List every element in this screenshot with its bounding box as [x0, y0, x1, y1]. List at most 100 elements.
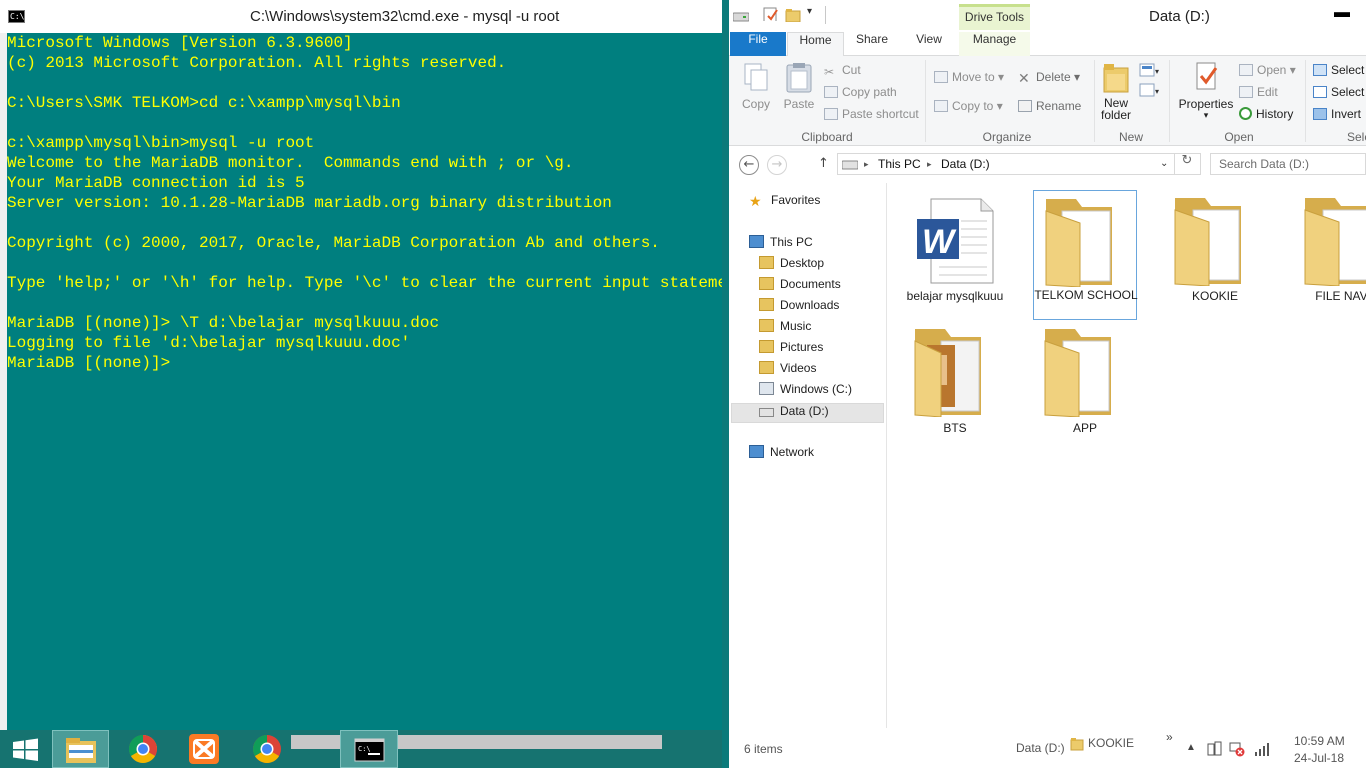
- cmd-titlebar[interactable]: C:\. C:\Windows\system32\cmd.exe - mysql…: [0, 0, 722, 33]
- paste-shortcut-button[interactable]: Paste shortcut: [824, 107, 919, 121]
- nav-favorites[interactable]: ★ Favorites: [749, 193, 820, 213]
- drive-icon[interactable]: [733, 9, 749, 23]
- cmd-app-icon[interactable]: C:\.: [8, 10, 29, 23]
- nav-label: Network: [770, 445, 815, 459]
- file-item-file-nava[interactable]: FILE NAVA: [1293, 191, 1366, 321]
- invert-selection-button[interactable]: Invert: [1313, 107, 1361, 121]
- paste-button[interactable]: Paste: [781, 62, 817, 111]
- copy-path-button[interactable]: Copy path: [824, 85, 897, 99]
- nav-this-pc[interactable]: This PC: [749, 235, 813, 255]
- new-folder-icon: [1103, 64, 1129, 93]
- refresh-button[interactable]: ↻: [1174, 153, 1199, 175]
- svg-text:▾: ▾: [1155, 67, 1159, 76]
- taskbar-chrome[interactable]: [114, 730, 171, 768]
- history-label: History: [1256, 107, 1294, 121]
- tab-view[interactable]: View: [901, 32, 957, 56]
- nav-videos[interactable]: Videos: [759, 361, 816, 381]
- nav-music[interactable]: Music: [759, 319, 811, 339]
- svg-text:W: W: [922, 223, 957, 261]
- breadcrumb-data-d[interactable]: Data (D:): [941, 154, 990, 174]
- nav-windows-c[interactable]: Windows (C:): [759, 382, 852, 402]
- network-disconnected-icon[interactable]: [1229, 741, 1245, 757]
- file-item-belajar-mysqlkuuu[interactable]: W belajar mysqlkuuu: [903, 191, 1007, 321]
- nav-documents[interactable]: Documents: [759, 277, 841, 297]
- new-item-icons[interactable]: ▾ ▾: [1139, 62, 1161, 102]
- taskbar-chrome-2[interactable]: [238, 730, 295, 768]
- move-to-button[interactable]: Move to ▾: [934, 70, 1004, 84]
- nav-data-d[interactable]: Data (D:): [731, 403, 884, 423]
- cmd-window-title: C:\Windows\system32\cmd.exe - mysql -u r…: [250, 8, 560, 25]
- new-folder-button[interactable]: New folder: [1097, 60, 1135, 121]
- file-name: FILE NAVA: [1315, 289, 1366, 303]
- documents-folder-icon: [759, 277, 774, 290]
- qat-divider: [825, 6, 826, 24]
- clock-time[interactable]: 10:59 AM: [1294, 734, 1345, 748]
- properties-icon: [1196, 62, 1218, 90]
- nav-pictures[interactable]: Pictures: [759, 340, 823, 360]
- select-all-button[interactable]: Select: [1313, 63, 1364, 77]
- volume-bars-icon[interactable]: [1254, 741, 1272, 757]
- forward-button[interactable]: →: [767, 155, 787, 175]
- move-to-icon: [934, 71, 948, 83]
- properties-icon[interactable]: [763, 7, 779, 21]
- clock-date[interactable]: 24-Jul-18: [1294, 751, 1344, 765]
- address-dropdown-icon[interactable]: ⌄: [1160, 154, 1168, 174]
- breadcrumb-separator-icon: ▸: [927, 159, 932, 169]
- copy-label: Copy: [741, 97, 770, 111]
- new-folder-icon[interactable]: [785, 8, 801, 22]
- properties-button[interactable]: Properties ▾: [1177, 60, 1235, 121]
- show-hidden-icons-icon[interactable]: ▲: [1186, 742, 1196, 753]
- file-name: belajar mysqlkuuu: [906, 289, 1004, 303]
- tab-file[interactable]: File: [730, 32, 786, 56]
- select-none-button[interactable]: Select: [1313, 85, 1364, 99]
- file-item-app[interactable]: APP: [1033, 323, 1137, 453]
- start-button[interactable]: [0, 730, 57, 768]
- copy-button[interactable]: Copy: [739, 62, 773, 111]
- nav-label: Documents: [780, 277, 841, 291]
- ribbon-divider: [1305, 60, 1306, 142]
- nav-desktop[interactable]: Desktop: [759, 256, 824, 276]
- file-item-telkom-school[interactable]: TELKOM SCHOOL: [1033, 190, 1138, 320]
- file-item-bts[interactable]: BTS: [903, 323, 1007, 453]
- copy-path-label: Copy path: [842, 85, 897, 99]
- star-icon: ★: [749, 194, 762, 210]
- qat-dropdown-icon[interactable]: ▾: [807, 6, 812, 17]
- nav-network[interactable]: Network: [749, 445, 814, 465]
- back-button[interactable]: ←: [739, 155, 759, 175]
- ribbon-divider: [1094, 60, 1095, 142]
- copy-icon: [744, 63, 768, 91]
- action-center-icon[interactable]: [1206, 741, 1222, 757]
- history-button[interactable]: History: [1239, 107, 1293, 121]
- folder-icon: [1174, 198, 1241, 286]
- copy-path-icon: [824, 86, 838, 98]
- address-bar-row: ← → ↑ ▸ This PC ▸ Data (D:) ⌄ ↻ Search D…: [729, 147, 1366, 183]
- breadcrumb-this-pc[interactable]: This PC: [878, 154, 921, 174]
- cmd-console-output[interactable]: Microsoft Windows [Version 6.3.9600] (c)…: [7, 33, 722, 730]
- properties-dropdown-icon: ▾: [1203, 111, 1209, 121]
- taskbar-cmd[interactable]: C:\: [340, 730, 398, 768]
- address-box[interactable]: ▸ This PC ▸ Data (D:) ⌄: [837, 153, 1201, 175]
- taskbar-xampp[interactable]: [176, 730, 233, 768]
- taskbar-file-explorer[interactable]: [52, 730, 109, 768]
- nav-downloads[interactable]: Downloads: [759, 298, 839, 318]
- search-input[interactable]: Search Data (D:): [1210, 153, 1366, 175]
- rename-button[interactable]: Rename: [1018, 99, 1081, 113]
- tab-share[interactable]: Share: [845, 32, 899, 56]
- open-button[interactable]: Open ▾: [1239, 63, 1296, 77]
- quick-access-toolbar: ▾ Drive Tools Data (D:) ▬: [729, 0, 1366, 33]
- tab-home[interactable]: Home: [787, 32, 844, 57]
- tab-manage[interactable]: Manage: [959, 32, 1030, 56]
- up-button[interactable]: ↑: [818, 156, 829, 171]
- minimize-button[interactable]: ▬: [1334, 4, 1350, 22]
- edit-button[interactable]: Edit: [1239, 85, 1278, 99]
- copy-to-button[interactable]: Copy to ▾: [934, 99, 1003, 113]
- file-item-kookie[interactable]: KOOKIE: [1163, 191, 1267, 321]
- delete-button[interactable]: ✕ Delete ▾: [1018, 70, 1080, 87]
- cut-button[interactable]: ✂ Cut: [824, 63, 861, 79]
- toolbar-chevron-icon[interactable]: »: [1166, 730, 1173, 744]
- console-prompt[interactable]: MariaDB [(none)]>: [7, 353, 722, 373]
- open-group-label: Open: [1224, 130, 1254, 144]
- toolbar-folder-kookie[interactable]: KOOKIE: [1088, 736, 1134, 750]
- windows-logo-icon: [13, 738, 38, 761]
